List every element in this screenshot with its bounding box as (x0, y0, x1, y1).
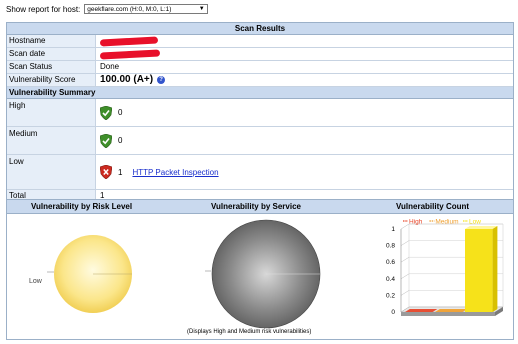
gridline-depth (400, 223, 410, 230)
vulnerability-count-chart: 0 0.2 0.4 0.6 0.8 1 High Medium Low (386, 219, 504, 316)
y-tick-label: 0.4 (386, 276, 395, 283)
y-tick-label: 0 (391, 309, 395, 316)
host-selector-bar: Show report for host: geekflare.com (H:0… (6, 3, 209, 15)
scan-results-title: Scan Results (7, 23, 513, 35)
medium-row: Medium 0 (7, 127, 513, 155)
medium-count: 0 (118, 136, 123, 145)
high-count: 0 (118, 108, 123, 117)
legend-label-low: Low (469, 219, 481, 226)
scan-date-value-redacted (96, 48, 513, 60)
y-tick-label: 0.8 (386, 243, 395, 250)
scan-status-value: Done (100, 62, 120, 71)
hostname-row: Hostname (7, 35, 513, 48)
gridline-depth (400, 273, 410, 280)
low-count: 1 (118, 167, 123, 177)
scan-date-label: Scan date (7, 48, 96, 60)
y-tick-label: 0.6 (386, 259, 395, 266)
gridline-depth (400, 240, 410, 246)
score-value: 100.00 (A+) (100, 74, 154, 85)
legend-label-medium: Medium (435, 219, 458, 226)
legend-label-high: High (409, 219, 423, 226)
bar-side-low (492, 226, 498, 312)
high-row: High 0 (7, 99, 513, 127)
gridline-depth (400, 256, 410, 263)
y-tick-label: 0.2 (386, 292, 395, 299)
gridline-depth (400, 290, 410, 296)
host-select[interactable]: geekflare.com (H:0, M:0, L:1) ▼ (84, 4, 209, 14)
host-select-value: geekflare.com (H:0, M:0, L:1) (87, 6, 172, 13)
vulnerability-summary-title: Vulnerability Summary (7, 87, 513, 99)
score-row: Vulnerability Score 100.00 (A+)? (7, 74, 513, 87)
bar-top-low (465, 226, 498, 229)
risk-pie-chart: Low (29, 235, 132, 313)
count-chart-title: Vulnerability Count (396, 202, 470, 211)
service-chart-title: Vulnerability by Service (211, 202, 301, 211)
risk-chart-title: Vulnerability by Risk Level (31, 202, 133, 211)
y-tick-label: 1 (391, 226, 395, 233)
charts-header: Vulnerability by Risk Level Vulnerabilit… (7, 200, 513, 214)
shield-check-icon (100, 133, 112, 148)
chart-floor-edge (401, 312, 495, 316)
scan-results-table: Scan Results Hostname Scan date Scan Sta… (6, 22, 514, 203)
hostname-label: Hostname (7, 35, 96, 47)
service-chart-note: (Displays High and Medium risk vulnerabi… (187, 329, 312, 335)
scan-date-row: Scan date (7, 48, 513, 61)
risk-pie-label-low: Low (29, 278, 43, 285)
host-selector-label: Show report for host: (6, 4, 81, 14)
shield-check-icon (100, 105, 112, 120)
service-pie-chart (205, 219, 321, 329)
help-icon[interactable]: ? (157, 76, 166, 84)
scan-status-row: Scan Status Done (7, 61, 513, 74)
bar-base-medium (435, 309, 468, 312)
hostname-value-redacted (96, 35, 513, 47)
high-label: High (7, 99, 96, 126)
shield-x-icon (100, 165, 112, 179)
scan-status-label: Scan Status (7, 61, 96, 73)
dropdown-arrow-icon[interactable]: ▼ (197, 5, 206, 13)
medium-label: Medium (7, 127, 96, 154)
low-row: Low 1 HTTP Packet Inspection (7, 155, 513, 190)
low-label: Low (7, 155, 96, 189)
bar-base-high (405, 309, 438, 312)
http-packet-inspection-link[interactable]: HTTP Packet Inspection (132, 168, 218, 177)
charts-panel: Vulnerability by Risk Level Vulnerabilit… (6, 199, 514, 340)
bar-low (465, 229, 493, 312)
score-label: Vulnerability Score (7, 74, 96, 86)
